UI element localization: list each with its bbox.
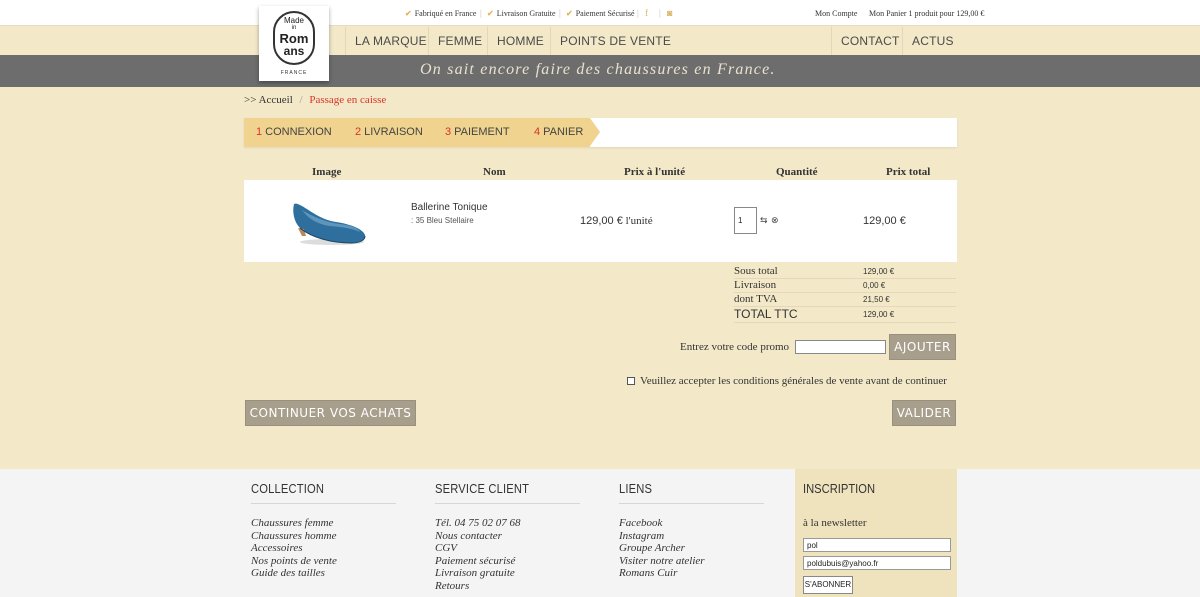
footer-service-list: Tél. 04 75 02 07 68 Nous contacter CGV P… [435,517,521,593]
slogan-band: On sait encore faire des chaussures en F… [0,55,1200,87]
footer-collection-title: COLLECTION [251,481,325,496]
feature-secure-payment: ✔ Paiement Sécurisé [566,9,635,18]
footer-links-title: LIENS [619,481,653,496]
product-image[interactable] [288,198,368,248]
continue-shopping-button[interactable]: CONTINUER VOS ACHATS [245,400,416,426]
step-panier[interactable]: 4 PANIER [534,126,583,138]
footer-link[interactable]: Guide des tailles [251,567,337,580]
feature-made-in-france: ✔ Fabriqué en France [405,9,477,18]
slogan-text: On sait encore faire des chaussures en F… [420,61,776,78]
main-nav: LA MARQUE FEMME HOMME POINTS DE VENTE CO… [0,27,1200,55]
nav-item-homme[interactable]: HOMME [497,34,544,48]
breadcrumb-current: Passage en caisse [309,94,387,106]
nav-item-points-de-vente[interactable]: POINTS DE VENTE [560,34,671,48]
breadcrumb: >> Accueil / Passage en caisse [244,94,387,106]
footer-links-list: Facebook Instagram Groupe Archer Visiter… [619,517,705,580]
nav-item-femme[interactable]: FEMME [438,34,482,48]
vat-value: 21,50 € [863,295,890,304]
footer-collection-list: Chaussures femme Chaussures homme Access… [251,517,337,580]
footer-link[interactable]: Paiement sécurisé [435,555,521,568]
cart-item-row: Ballerine Tonique : 35 Bleu Stellaire 12… [244,180,957,262]
top-utility-bar: ✔ Fabriqué en France | ✔ Livraison Gratuit… [0,0,1200,26]
footer-link[interactable]: Retours [435,580,521,593]
newsletter-subtitle: à la newsletter [803,517,867,529]
check-icon: ✔ [566,9,573,18]
column-header-prix-unite: Prix à l'unité [624,166,686,178]
column-header-prix-total: Prix total [886,166,931,178]
nav-divider [831,27,832,55]
footer-link[interactable]: Livraison gratuite [435,567,521,580]
nav-item-actus[interactable]: ACTUS [912,34,954,48]
divider: | [659,8,661,18]
nav-divider [487,27,488,55]
footer-link[interactable]: Romans Cuir [619,567,705,580]
remove-icon[interactable]: ⊗ [771,216,779,226]
footer-link[interactable]: Visiter notre atelier [619,555,705,568]
footer-link[interactable]: CGV [435,542,521,555]
nav-divider [902,27,903,55]
product-name[interactable]: Ballerine Tonique [411,202,488,213]
footer-link[interactable]: Nos points de vente [251,555,337,568]
newsletter-name-input[interactable] [803,538,951,552]
footer-link[interactable]: Chaussures femme [251,517,337,530]
column-header-image: Image [312,166,342,178]
column-header-quantite: Quantité [776,166,818,178]
step-livraison[interactable]: 2 LIVRAISON [355,126,423,138]
footer-link[interactable]: Accessoires [251,542,337,555]
delivery-value: 0,00 € [863,281,886,290]
cart-summary-link[interactable]: Mon Panier 1 produit pour 129,00 € [869,9,984,18]
my-account-link[interactable]: Mon Compte [815,9,857,18]
quantity-input[interactable]: 1 [734,207,757,234]
checkout-steps: 1 CONNEXION 2 LIVRAISON 3 PAIEMENT 4 PANIER [244,118,957,147]
divider: | [637,8,639,18]
product-variant: : 35 Bleu Stellaire [411,216,474,225]
footer-link[interactable]: Nous contacter [435,530,521,543]
total-ttc-value: 129,00 € [863,310,895,319]
site-logo[interactable]: Made in Rom ans FRANCE [259,6,329,81]
footer-phone[interactable]: Tél. 04 75 02 07 68 [435,517,521,530]
facebook-icon[interactable]: f [645,8,648,18]
nav-divider [550,27,551,55]
newsletter-email-input[interactable] [803,556,951,570]
validate-button[interactable]: VALIDER [892,400,956,426]
cgv-checkbox-row[interactable]: Veuillez accepter les conditions général… [627,375,947,387]
subtotal-label: Sous total [734,265,778,277]
column-header-nom: Nom [483,166,506,178]
add-promo-button[interactable]: AJOUTER [889,334,956,360]
check-icon: ✔ [487,9,494,18]
footer-link[interactable]: Groupe Archer [619,542,705,555]
footer: COLLECTION Chaussures femme Chaussures h… [0,469,1200,597]
breadcrumb-home[interactable]: Accueil [259,94,293,106]
footer-link[interactable]: Chaussures homme [251,530,337,543]
footer-link[interactable]: Facebook [619,517,705,530]
refresh-icon[interactable]: ⇆ [760,216,768,226]
check-icon: ✔ [405,9,412,18]
nav-divider [345,27,346,55]
step-connexion[interactable]: 1 CONNEXION [256,126,332,138]
divider: | [480,8,482,18]
total-ttc-label: TOTAL TTC [734,307,798,321]
feature-free-delivery: ✔ Livraison Gratuite [487,9,556,18]
newsletter-panel: INSCRIPTION à la newsletter S'ABONNER [795,469,957,597]
cgv-checkbox[interactable] [627,377,635,385]
subscribe-button[interactable]: S'ABONNER [803,576,853,594]
delivery-label: Livraison [734,279,777,291]
footer-service-title: SERVICE CLIENT [435,481,530,496]
nav-item-la-marque[interactable]: LA MARQUE [355,34,427,48]
instagram-icon[interactable]: ◙ [667,8,672,18]
unit-price: 129,00 € l'unité [580,215,653,227]
promo-code-input[interactable] [795,340,886,354]
nav-item-contact[interactable]: CONTACT [841,34,900,48]
divider: | [559,8,561,18]
newsletter-title: INSCRIPTION [803,481,876,496]
footer-link[interactable]: Instagram [619,530,705,543]
nav-divider [428,27,429,55]
promo-label: Entrez votre code promo [680,341,790,353]
vat-label: dont TVA [734,293,778,305]
line-total: 129,00 € [863,215,906,227]
step-paiement[interactable]: 3 PAIEMENT [445,126,510,138]
subtotal-value: 129,00 € [863,267,895,276]
